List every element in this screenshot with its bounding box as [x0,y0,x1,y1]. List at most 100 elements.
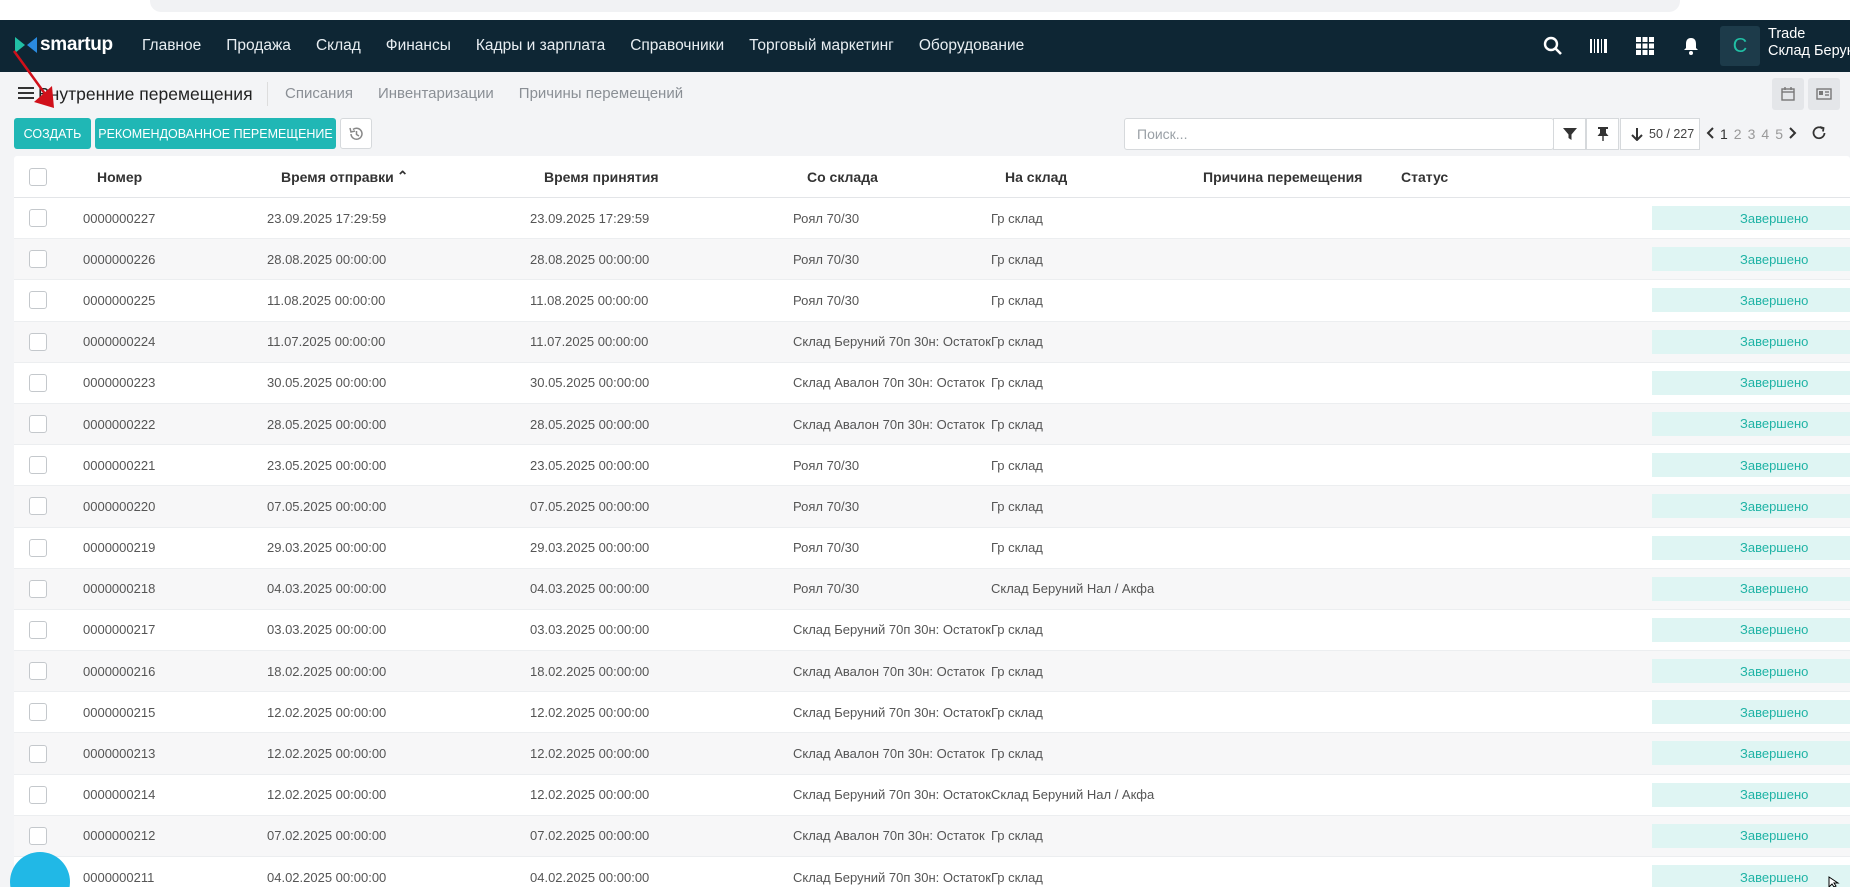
address-bar[interactable] [150,0,1680,12]
apps-grid-icon[interactable] [1622,20,1668,72]
cell-to: Гр склад [991,416,1043,432]
row-checkbox[interactable] [29,816,47,856]
table-row[interactable]: 0000000214 12.02.2025 00:00:00 12.02.2025 … [14,775,1850,816]
nav-item-2[interactable]: Склад [316,37,361,55]
cell-received: 18.02.2025 00:00:00 [530,663,650,679]
page-link-2[interactable]: 2 [1734,126,1742,142]
row-checkbox[interactable] [29,280,47,320]
select-all-checkbox[interactable] [29,156,47,197]
barcode-icon[interactable] [1576,20,1622,72]
cell-to: Гр склад [991,540,1043,556]
column-header-from[interactable]: Со склада [807,156,878,197]
cell-to: Гр склад [991,210,1043,226]
table-row[interactable]: 0000000222 28.05.2025 00:00:00 28.05.2025 … [14,403,1850,446]
chevron-right-icon[interactable] [1789,126,1797,142]
nav-item-0[interactable]: Главное [142,37,201,55]
cell-to: Склад Беруний Нал / Акфа [991,581,1155,597]
row-checkbox[interactable] [29,445,47,485]
pin-button[interactable] [1586,118,1619,150]
record-count[interactable]: 50 / 227 [1620,118,1700,150]
table-row[interactable]: 0000000212 07.02.2025 00:00:00 07.02.2025 … [14,815,1850,857]
table-row[interactable]: 0000000217 03.03.2025 00:00:00 03.03.2025 … [14,610,1850,652]
cell-number: 0000000224 [83,334,156,350]
table-row[interactable]: 0000000219 29.03.2025 00:00:00 29.03.2025 … [14,528,1850,569]
table-row[interactable]: 0000000223 30.05.2025 00:00:00 30.05.2025 … [14,363,1850,404]
column-header-status[interactable]: Статус [1401,156,1448,197]
cell-from: Склад Авалон 70п 30н: Остаток [793,746,985,762]
refresh-icon[interactable] [1811,125,1827,144]
row-checkbox[interactable] [29,651,47,691]
history-button[interactable] [340,118,372,149]
create-button[interactable]: СОЗДАТЬ [14,118,91,149]
chevron-left-icon[interactable] [1706,126,1714,142]
table-row[interactable]: 0000000220 07.05.2025 00:00:00 07.05.2025 … [14,486,1850,528]
search-icon[interactable] [1530,20,1576,72]
calendar-view-icon[interactable] [1772,78,1804,110]
nav-item-7[interactable]: Оборудование [919,37,1024,55]
search-input[interactable] [1125,126,1553,142]
status-badge: Завершено [1652,247,1850,272]
search-box [1124,118,1554,150]
nav-item-4[interactable]: Кадры и зарплата [476,37,605,55]
cell-sent: 07.02.2025 00:00:00 [267,828,387,844]
cell-received: 03.03.2025 00:00:00 [530,622,650,638]
cell-received: 04.03.2025 00:00:00 [530,581,650,597]
column-header-reason[interactable]: Причина перемещения [1203,156,1362,197]
cell-sent: 23.05.2025 00:00:00 [267,457,387,473]
bell-icon[interactable] [1668,20,1714,72]
subtab-2[interactable]: Причины перемещений [519,85,683,102]
status-badge: Завершено [1652,617,1850,642]
table-row[interactable]: 0000000225 11.08.2025 00:00:00 11.08.2025 … [14,280,1850,322]
column-header-number[interactable]: Номер [97,156,142,197]
filter-button[interactable] [1553,118,1586,150]
row-checkbox[interactable] [29,404,47,444]
cell-from: Склад Беруний 70п 30н: Остаток [793,334,991,350]
avatar[interactable]: C [1720,26,1760,66]
row-checkbox[interactable] [29,239,47,279]
table-row[interactable]: 0000000215 12.02.2025 00:00:00 12.02.2025 … [14,692,1850,734]
recommended-move-button[interactable]: РЕКОМЕНДОВАННОЕ ПЕРЕМЕЩЕНИЕ [95,118,336,149]
card-view-icon[interactable] [1808,78,1840,110]
user-info[interactable]: Trade Склад Берун [1768,26,1850,60]
column-header-to[interactable]: На склад [1005,156,1067,197]
table-row[interactable]: 0000000218 04.03.2025 00:00:00 04.03.2025 … [14,568,1850,610]
cell-from: Склад Авалон 70п 30н: Остаток [793,416,985,432]
page-link-1[interactable]: 1 [1720,126,1728,142]
table-row[interactable]: 0000000226 28.08.2025 00:00:00 28.08.2025 … [14,239,1850,281]
row-checkbox[interactable] [29,733,47,773]
subtab-0[interactable]: Списания [285,85,353,102]
cell-received: 12.02.2025 00:00:00 [530,746,650,762]
column-header-received[interactable]: Время принятия [544,156,659,197]
table-row[interactable]: 0000000221 23.05.2025 00:00:00 23.05.2025 … [14,445,1850,487]
page-link-3[interactable]: 3 [1748,126,1756,142]
nav-item-3[interactable]: Финансы [386,37,451,55]
status-badge: Завершено [1652,494,1850,519]
user-warehouse: Склад Берун [1768,43,1850,59]
table-row[interactable]: 0000000227 23.09.2025 17:29:59 23.09.2025 … [14,198,1850,240]
row-checkbox[interactable] [29,569,47,609]
row-checkbox[interactable] [29,486,47,526]
row-checkbox[interactable] [29,775,47,815]
cell-number: 0000000215 [83,704,156,720]
nav-item-5[interactable]: Справочники [630,37,724,55]
subtab-1[interactable]: Инвентаризации [378,85,494,102]
row-checkbox[interactable] [29,363,47,403]
cell-from: Роял 70/30 [793,251,860,267]
page-link-5[interactable]: 5 [1775,126,1783,142]
table-row[interactable]: 0000000224 11.07.2025 00:00:00 11.07.2025 … [14,321,1850,363]
row-checkbox[interactable] [29,528,47,568]
table-row[interactable]: 0000000216 18.02.2025 00:00:00 18.02.2025 … [14,651,1850,693]
row-checkbox[interactable] [29,692,47,732]
cell-received: 23.09.2025 17:29:59 [530,210,650,226]
cell-received: 28.05.2025 00:00:00 [530,416,650,432]
page-link-4[interactable]: 4 [1761,126,1769,142]
column-header-sent[interactable]: Время отправки ⌃ [281,156,409,197]
row-checkbox[interactable] [29,198,47,238]
nav-item-6[interactable]: Торговый маркетинг [749,37,894,55]
row-checkbox[interactable] [29,610,47,650]
table-row[interactable]: 0000000211 04.02.2025 00:00:00 04.02.2025 … [14,857,1850,887]
nav-item-1[interactable]: Продажа [226,37,291,55]
table-row[interactable]: 0000000213 12.02.2025 00:00:00 12.02.2025 … [14,733,1850,775]
cell-from: Склад Авалон 70п 30н: Остаток [793,663,985,679]
row-checkbox[interactable] [29,322,47,362]
